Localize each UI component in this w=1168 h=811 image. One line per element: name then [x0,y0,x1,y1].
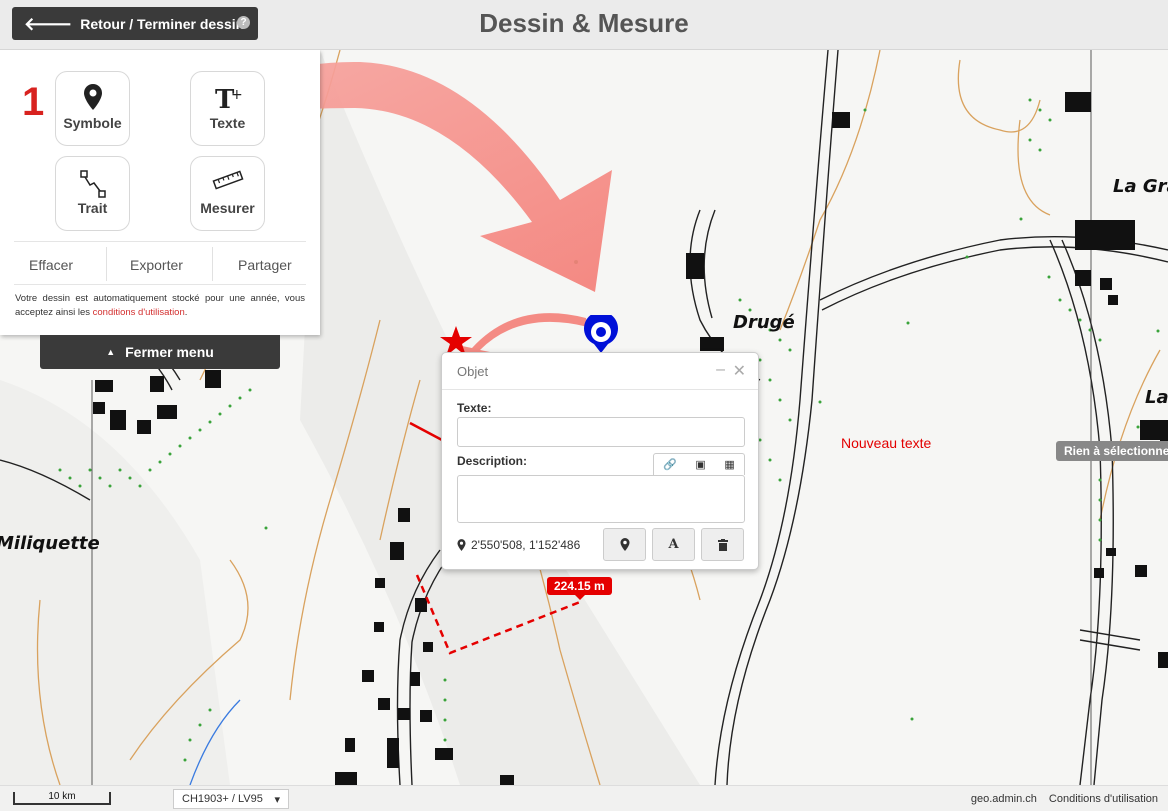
minimize-icon[interactable]: – [716,361,725,379]
location-marker-icon[interactable] [583,315,619,355]
popup-header: Objet – ✕ [442,353,758,390]
close-menu-button[interactable]: ▲ Fermer menu [40,335,280,369]
place-label: La [1145,387,1168,408]
attribution-link[interactable]: geo.admin.ch [971,793,1037,805]
map-pin-icon [83,84,102,110]
ruler-icon [212,170,243,190]
polyline-icon [79,170,106,198]
action-divider [106,247,107,281]
link-icon[interactable]: 🔗 [663,458,677,471]
description-field-label: Description: [457,454,528,468]
place-label: La Gra [1113,176,1168,197]
scale-bar: 10 km [13,792,111,805]
popup-title: Objet [457,364,489,379]
map-text-annotation[interactable]: Nouveau texte [841,435,931,451]
header-bar: 🡐 Retour / Terminer dessin ? Dessin & Me… [0,0,1168,50]
measure-distance-label[interactable]: 224.15 m [547,577,612,600]
projection-value: CH1903+ / LV95 [182,793,263,805]
text-field-label: Texte: [457,401,492,415]
map-pin-icon [620,538,629,551]
video-icon[interactable]: ▦ [724,458,734,471]
chevron-up-icon: ▲ [106,347,116,357]
measure-tool-label: Mesurer [200,200,255,216]
place-label: Drugé [733,312,795,333]
projection-select[interactable]: CH1903+ / LV95 ▾ [173,789,289,809]
trash-icon [717,538,728,551]
map-pin-icon [457,539,466,551]
object-popup: Objet – ✕ Texte: Description: 🔗 ▣ ▦ 2'55… [441,352,759,570]
map-tooltip: Rien à sélectionner [1056,441,1168,461]
step-number: 1 [22,80,45,124]
line-tool-label: Trait [77,200,108,216]
terms-link[interactable]: conditions d'utilisation [93,307,185,318]
text-input[interactable] [457,417,745,447]
description-input[interactable] [457,475,745,523]
delete-object-button[interactable] [701,528,744,561]
delete-action[interactable]: Effacer [29,257,73,273]
text-tool-button[interactable]: T + Texte [190,71,265,146]
panel-divider [14,241,306,242]
symbol-tool-button[interactable]: Symbole [55,71,130,146]
panel-divider [14,284,306,285]
line-tool-button[interactable]: Trait [55,156,130,231]
symbol-tool-label: Symbole [63,115,122,131]
dropdown-arrow-icon: ▾ [274,794,280,806]
text-style-button[interactable]: A [652,528,695,561]
set-symbol-button[interactable] [603,528,646,561]
page-title: Dessin & Mesure [479,8,689,38]
storage-note-end: . [184,307,188,318]
image-icon[interactable]: ▣ [695,458,705,471]
coordinates-display: 2'550'508, 1'152'486 [457,538,580,552]
draw-panel: 1 Symbole T + Texte Trait Mesurer Efface… [0,50,320,335]
action-divider [212,247,213,281]
coordinates-value: 2'550'508, 1'152'486 [471,538,581,552]
place-label: Miliquette [0,533,100,554]
storage-note: Votre dessin est automatiquement stocké … [15,292,305,320]
footer-links: geo.admin.ch Conditions d'utilisation [971,793,1158,805]
text-add-icon: T + [215,85,243,112]
svg-text:+: + [231,87,243,103]
measure-tool-button[interactable]: Mesurer [190,156,265,231]
text-tool-label: Texte [209,115,246,131]
close-menu-label: Fermer menu [125,344,214,360]
footer-bar: 10 km CH1903+ / LV95 ▾ geo.admin.ch Cond… [0,785,1168,811]
share-action[interactable]: Partager [238,257,292,273]
close-icon[interactable]: ✕ [733,361,746,381]
export-action[interactable]: Exporter [130,257,183,273]
terms-of-use-link[interactable]: Conditions d'utilisation [1049,793,1158,805]
description-toolbar: 🔗 ▣ ▦ [653,453,745,475]
